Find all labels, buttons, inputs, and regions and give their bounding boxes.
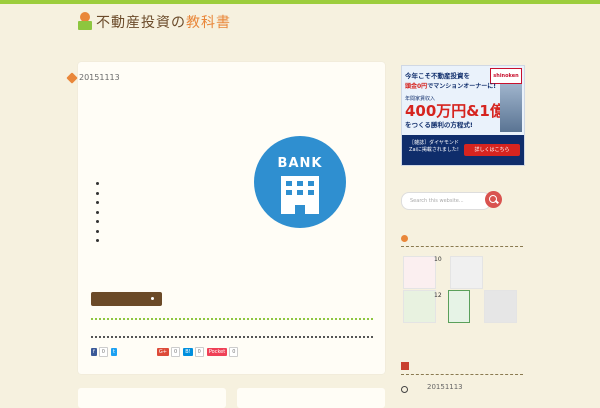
ad-tagline: をつくる勝利の方程式!: [405, 121, 473, 129]
related-card-right[interactable]: [237, 388, 385, 408]
ranking-thumb-4[interactable]: [448, 290, 470, 323]
list-item: [96, 210, 99, 214]
list-item: [96, 182, 99, 185]
ad-magazine-note: ［雑誌］ダイヤモンドZaiに掲載されました!: [409, 140, 459, 153]
search-button[interactable]: [485, 191, 502, 208]
hatena-share-button[interactable]: B!: [183, 348, 193, 356]
bank-illustration: BANK: [254, 136, 346, 228]
share-buttons: f 0 t G+ 0 B! 0 Pocket 0: [91, 347, 241, 357]
widget-divider: [401, 246, 523, 247]
recent-post-date: 20151113: [427, 383, 463, 391]
arrow-icon: [151, 297, 154, 300]
post-date: 20151113: [79, 73, 120, 82]
divider-dark: [91, 336, 373, 338]
gplus-share-button[interactable]: G+: [156, 348, 169, 356]
logo-pin-icon: [77, 9, 93, 32]
list-item: [96, 229, 99, 233]
ad-footer: ［雑誌］ダイヤモンドZaiに掲載されました! 詳しくはこちら: [402, 135, 524, 165]
list-item: [96, 201, 99, 204]
facebook-share-button[interactable]: f: [91, 348, 97, 356]
pencil-icon: [66, 71, 78, 84]
list-item: [96, 191, 99, 195]
ad-headline: 今年こそ不動産投資を: [405, 72, 470, 80]
site-logo[interactable]: 不動産投資の教科書: [77, 9, 231, 34]
list-item: [96, 220, 99, 223]
ranking-thumb-2[interactable]: [450, 256, 483, 289]
list-item: [96, 239, 99, 242]
ranking-thumb-1[interactable]: [403, 256, 436, 289]
post-date-row: 20151113: [66, 71, 120, 84]
pocket-share-button[interactable]: Pocket: [206, 348, 228, 356]
related-card-left[interactable]: [78, 388, 226, 408]
ad-subheadline: 頭金0円でマンションオーナーに!: [405, 83, 496, 90]
ranking-widget-icon: [401, 235, 408, 242]
ranking-number-1: 10: [434, 256, 442, 263]
ad-building-image: [500, 84, 522, 132]
facebook-share-count: 0: [98, 347, 108, 357]
ribbon-icon: [401, 362, 409, 370]
main-article-card: [78, 62, 385, 374]
ad-details-button[interactable]: 詳しくはこちら: [464, 144, 520, 156]
ranking-thumb-3[interactable]: [403, 290, 436, 323]
ranking-number-3: 12: [434, 292, 442, 299]
top-accent-bar: [0, 0, 600, 4]
site-title: 不動産投資の教科書: [96, 15, 231, 31]
building-icon: [281, 176, 319, 214]
search-input[interactable]: Search this website...: [401, 192, 491, 210]
bank-label: BANK: [277, 156, 323, 171]
gplus-share-count: 0: [171, 347, 181, 357]
recent-post-bullet-icon: [401, 386, 408, 393]
widget-divider: [401, 374, 523, 375]
hatena-share-count: 0: [194, 347, 204, 357]
ranking-thumb-5[interactable]: [484, 290, 517, 323]
read-more-button[interactable]: [91, 292, 162, 306]
divider-green: [91, 318, 373, 320]
pocket-share-count: 0: [229, 347, 239, 357]
twitter-share-button[interactable]: t: [110, 348, 117, 356]
sidebar-ad-banner[interactable]: shinoken 今年こそ不動産投資を 頭金0円でマンションオーナーに! 年間家…: [401, 65, 525, 166]
article-bullet-list: [96, 182, 99, 249]
